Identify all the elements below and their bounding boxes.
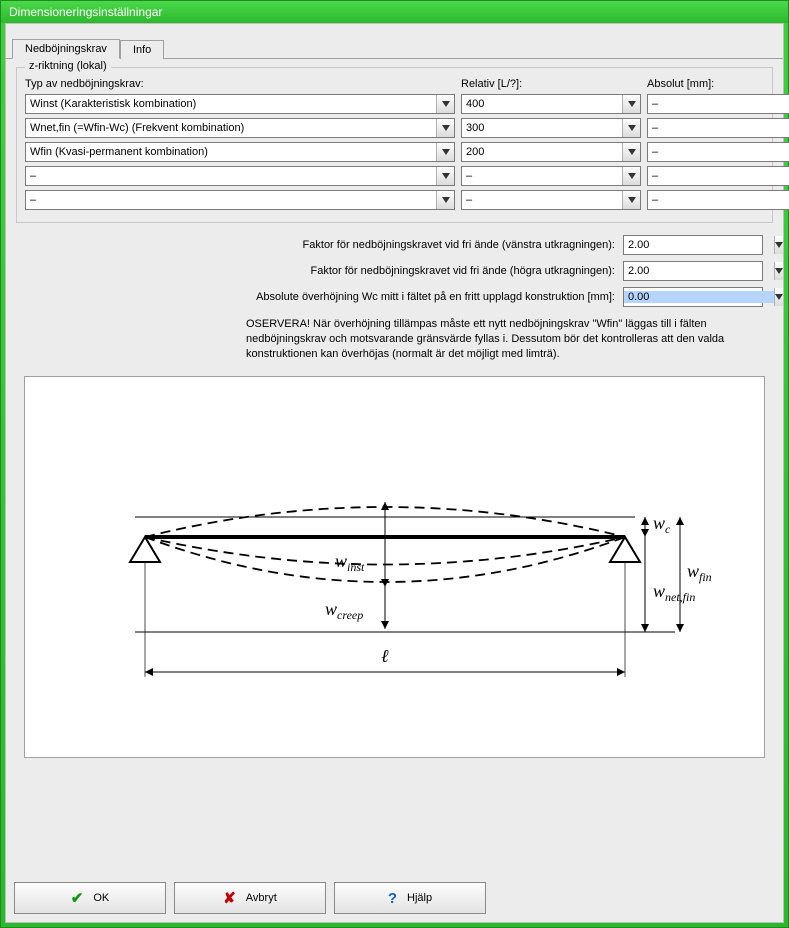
combo-abs-0[interactable] xyxy=(647,94,789,114)
close-icon: ✘ xyxy=(223,889,236,907)
ok-button[interactable]: ✔ OK xyxy=(14,882,166,914)
tab-nedbojningskrav[interactable]: Nedböjningskrav xyxy=(12,39,120,59)
help-button[interactable]: ? Hjälp xyxy=(334,882,486,914)
combo-left-cantilever-input[interactable] xyxy=(624,239,774,251)
dropdown-icon[interactable] xyxy=(622,119,640,137)
dropdown-icon[interactable] xyxy=(622,95,640,113)
svg-text:winst: winst xyxy=(335,551,365,574)
dropdown-icon[interactable] xyxy=(436,119,454,137)
combo-type-2[interactable] xyxy=(25,142,455,162)
combo-right-cantilever[interactable] xyxy=(623,261,763,281)
combo-abs-4[interactable] xyxy=(647,190,789,210)
combo-abs-4-input[interactable] xyxy=(648,194,789,206)
svg-text:ℓ: ℓ xyxy=(381,646,389,666)
label-left-cantilever: Faktor för nedböjningskravet vid fri änd… xyxy=(303,239,615,251)
ok-button-label: OK xyxy=(93,892,109,904)
combo-abs-1-input[interactable] xyxy=(648,122,789,134)
header-relativ: Relativ [L/?]: xyxy=(461,78,641,90)
dropdown-icon[interactable] xyxy=(436,191,454,209)
combo-rel-1[interactable] xyxy=(461,118,641,138)
combo-rel-0[interactable] xyxy=(461,94,641,114)
group-z-riktning: z-riktning (lokal) Typ av nedböjningskra… xyxy=(16,67,773,223)
combo-type-3-input[interactable] xyxy=(26,170,436,182)
svg-text:wnet,fin: wnet,fin xyxy=(653,581,695,604)
label-camber: Absolute överhöjning Wc mitt i fältet på… xyxy=(256,291,615,303)
window-title: Dimensioneringsinställningar xyxy=(1,1,788,23)
check-icon: ✔ xyxy=(71,889,84,907)
combo-type-2-input[interactable] xyxy=(26,146,436,158)
svg-text:wc: wc xyxy=(653,513,671,536)
svg-text:wfin: wfin xyxy=(687,561,712,584)
combo-type-1[interactable] xyxy=(25,118,455,138)
dropdown-icon[interactable] xyxy=(774,288,783,306)
note-text: OSERVERA! När överhöjning tillämpas måst… xyxy=(16,317,773,372)
dropdown-icon[interactable] xyxy=(774,236,783,254)
cancel-button[interactable]: ✘ Avbryt xyxy=(174,882,326,914)
combo-type-4[interactable] xyxy=(25,190,455,210)
tab-info[interactable]: Info xyxy=(120,40,164,59)
svg-text:wcreep: wcreep xyxy=(325,599,363,622)
combo-rel-4-input[interactable] xyxy=(462,194,622,206)
dropdown-icon[interactable] xyxy=(622,167,640,185)
cancel-button-label: Avbryt xyxy=(246,892,277,904)
combo-rel-3[interactable] xyxy=(461,166,641,186)
combo-type-3[interactable] xyxy=(25,166,455,186)
combo-type-4-input[interactable] xyxy=(26,194,436,206)
group-label: z-riktning (lokal) xyxy=(25,60,111,72)
combo-camber[interactable] xyxy=(623,287,763,307)
combo-rel-4[interactable] xyxy=(461,190,641,210)
combo-rel-0-input[interactable] xyxy=(462,98,622,110)
combo-abs-2[interactable] xyxy=(647,142,789,162)
dropdown-icon[interactable] xyxy=(622,191,640,209)
label-right-cantilever: Faktor för nedböjningskravet vid fri änd… xyxy=(310,265,615,277)
help-button-label: Hjälp xyxy=(407,892,432,904)
dropdown-icon[interactable] xyxy=(436,167,454,185)
header-absolut: Absolut [mm]: xyxy=(647,78,767,90)
combo-type-1-input[interactable] xyxy=(26,122,436,134)
combo-abs-1[interactable] xyxy=(647,118,789,138)
combo-abs-0-input[interactable] xyxy=(648,98,789,110)
combo-rel-2-input[interactable] xyxy=(462,146,622,158)
dropdown-icon[interactable] xyxy=(774,262,783,280)
dropdown-icon[interactable] xyxy=(622,143,640,161)
header-type: Typ av nedböjningskrav: xyxy=(25,78,455,90)
combo-camber-input[interactable] xyxy=(624,291,774,303)
combo-right-cantilever-input[interactable] xyxy=(624,265,774,277)
combo-abs-2-input[interactable] xyxy=(648,146,789,158)
combo-type-0-input[interactable] xyxy=(26,98,436,110)
dropdown-icon[interactable] xyxy=(436,95,454,113)
combo-rel-2[interactable] xyxy=(461,142,641,162)
dropdown-icon[interactable] xyxy=(436,143,454,161)
combo-abs-3[interactable] xyxy=(647,166,789,186)
help-icon: ? xyxy=(388,890,397,907)
deflection-diagram: winst wcreep wc wnet,fin wfin ℓ xyxy=(24,376,765,758)
combo-rel-3-input[interactable] xyxy=(462,170,622,182)
combo-abs-3-input[interactable] xyxy=(648,170,789,182)
combo-type-0[interactable] xyxy=(25,94,455,114)
combo-rel-1-input[interactable] xyxy=(462,122,622,134)
tabstrip: Nedböjningskrav Info xyxy=(6,24,783,59)
combo-left-cantilever[interactable] xyxy=(623,235,763,255)
